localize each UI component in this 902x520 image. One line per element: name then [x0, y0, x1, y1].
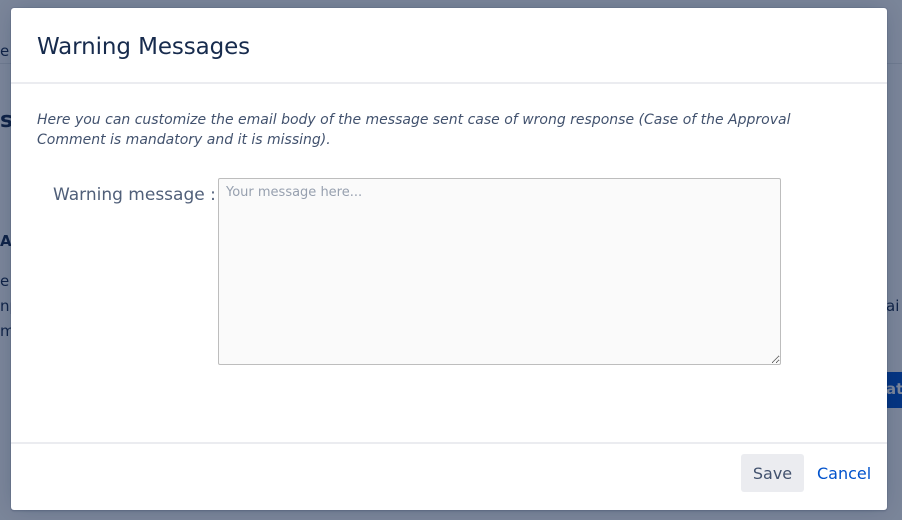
warning-messages-dialog: Warning Messages Here you can customize … [11, 8, 887, 510]
warning-message-textarea[interactable] [218, 178, 781, 365]
dialog-header: Warning Messages [11, 8, 887, 84]
cancel-button[interactable]: Cancel [813, 454, 875, 492]
dialog-footer: Save Cancel [11, 442, 887, 510]
dialog-description: Here you can customize the email body of… [37, 112, 791, 148]
warning-message-label: Warning message : [53, 185, 216, 205]
save-button[interactable]: Save [741, 454, 804, 492]
dialog-title: Warning Messages [37, 34, 251, 60]
dialog-body: Here you can customize the email body of… [11, 84, 887, 444]
